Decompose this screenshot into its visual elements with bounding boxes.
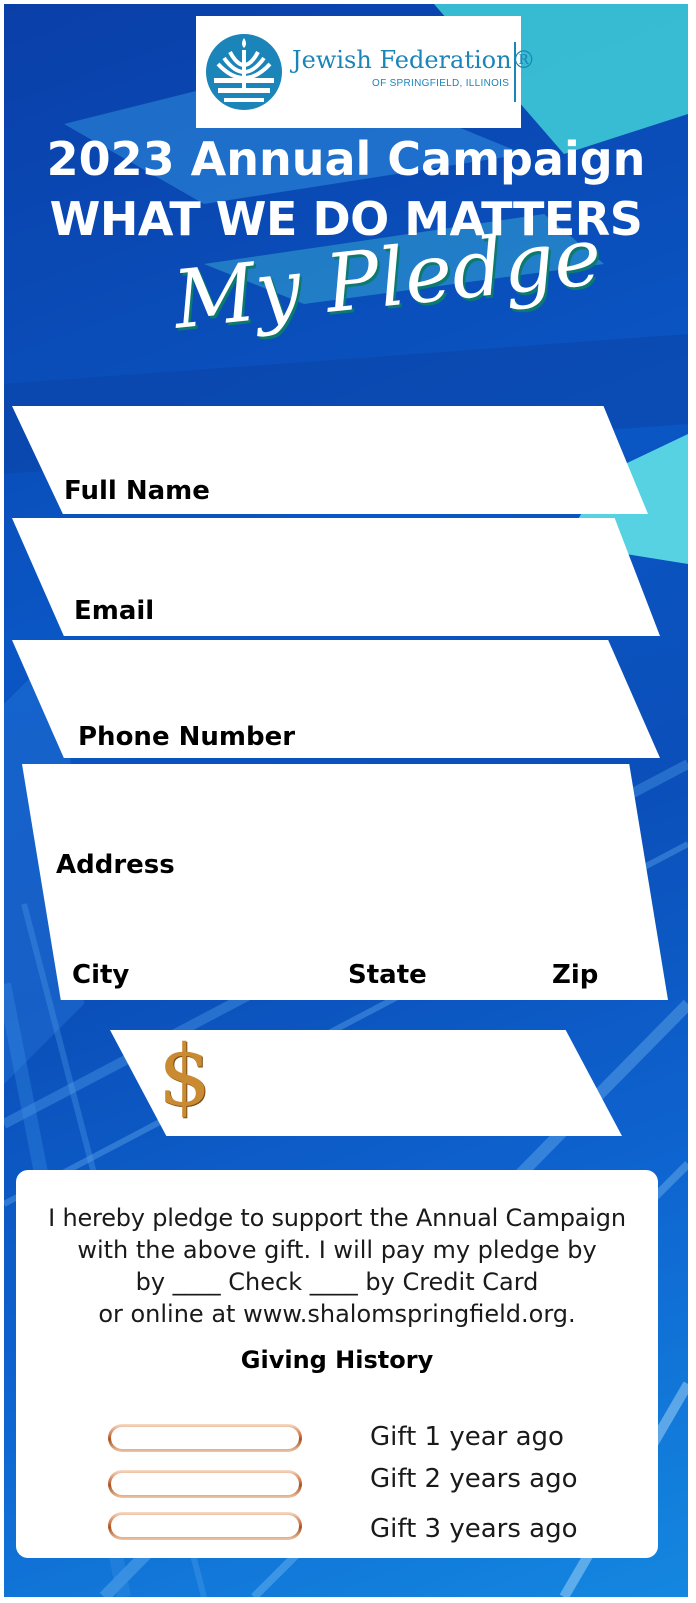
pledge-card: Jewish Federation® OF SPRINGFIELD, ILLIN… xyxy=(4,4,688,1597)
city-label: City xyxy=(72,960,130,990)
pledge-statement-panel: I hereby pledge to support the Annual Ca… xyxy=(16,1170,658,1558)
zip-label: Zip xyxy=(552,960,599,990)
logo-name: Jewish Federation® xyxy=(292,46,536,74)
phone-number-label: Phone Number xyxy=(78,722,296,752)
logo-divider xyxy=(514,42,516,102)
gift-2-label: Gift 2 years ago xyxy=(370,1464,578,1494)
payment-method-line: by ____ Check ____ by Credit Card xyxy=(135,1268,539,1296)
state-label: State xyxy=(348,960,427,990)
email-label: Email xyxy=(74,596,155,626)
full-name-label: Full Name xyxy=(64,476,210,506)
pledge-text-line: with the above gift. I will pay my pledg… xyxy=(77,1236,597,1264)
gift-3-input[interactable] xyxy=(108,1512,302,1540)
menorah-circle-icon xyxy=(206,34,282,110)
gift-1-input[interactable] xyxy=(108,1424,302,1452)
gift-2-input[interactable] xyxy=(108,1470,302,1498)
gift-3-label: Gift 3 years ago xyxy=(370,1514,578,1544)
logo: Jewish Federation® OF SPRINGFIELD, ILLIN… xyxy=(196,16,536,128)
gift-1-label: Gift 1 year ago xyxy=(370,1422,564,1452)
logo-subtitle: OF SPRINGFIELD, ILLINOIS xyxy=(372,78,510,89)
dollar-sign-icon: $ xyxy=(158,1027,212,1125)
address-label: Address xyxy=(56,850,175,880)
pledge-text-line: I hereby pledge to support the Annual Ca… xyxy=(48,1204,626,1232)
online-payment-line: or online at www.shalomspringfield.org. xyxy=(98,1300,576,1328)
giving-history-title: Giving History xyxy=(240,1346,434,1374)
campaign-title: 2023 Annual Campaign xyxy=(46,132,646,186)
